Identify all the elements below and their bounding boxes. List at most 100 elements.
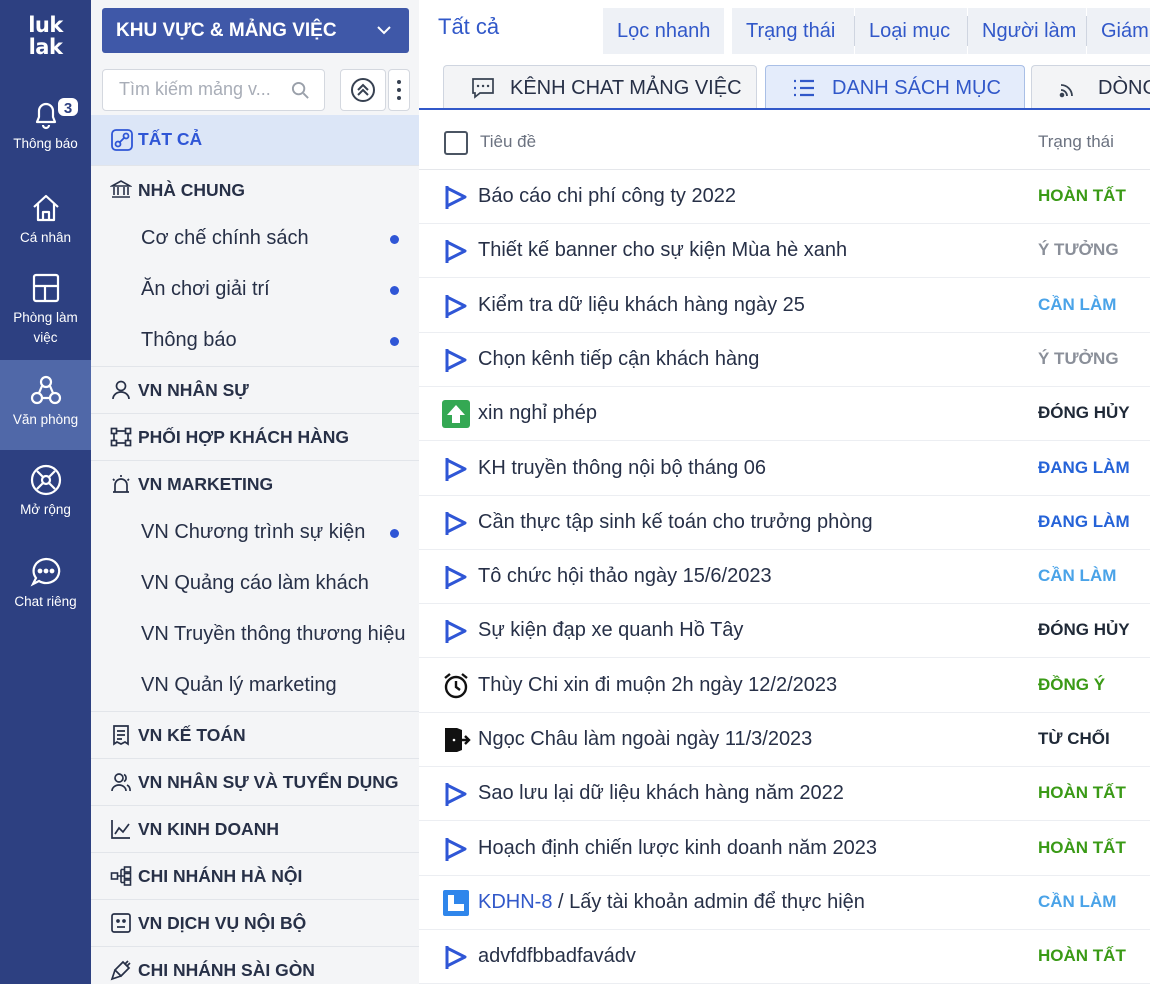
chart-line-icon: [111, 820, 130, 839]
tab-feed[interactable]: DÒNG: [1031, 65, 1150, 109]
row-title[interactable]: Thiết kế banner cho sự kiện Mùa hè xanh: [478, 239, 847, 262]
status-badge[interactable]: ĐANG LÀM: [1038, 458, 1130, 478]
rail-item-private-chat[interactable]: Chat riêng: [0, 554, 91, 620]
row-title[interactable]: Báo cáo chi phí công ty 2022: [478, 185, 736, 208]
chat-box-icon: [472, 78, 494, 99]
tree-item-vn-chuong-trinh-su-kien[interactable]: VN Chương trình sự kiện: [91, 508, 419, 559]
table-row[interactable]: Thùy Chi xin đi muộn 2h ngày 12/2/2023 ĐỒ…: [419, 659, 1150, 713]
assignee-filter-button[interactable]: Người làm: [968, 8, 1086, 54]
rail-item-office[interactable]: Văn phòng: [0, 360, 91, 450]
row-title[interactable]: Sao lưu lại dữ liệu khách hàng năm 2022: [478, 782, 844, 805]
row-title[interactable]: Cần thực tập sinh kế toán cho trưởng phò…: [478, 511, 873, 534]
status-badge[interactable]: Ý TƯỞNG: [1038, 349, 1119, 369]
status-badge[interactable]: ĐÓNG HỦY: [1038, 403, 1130, 423]
tab-item-list[interactable]: DANH SÁCH MỤC: [765, 65, 1025, 109]
area-search-box: [102, 69, 325, 111]
play-flag-icon: [441, 780, 471, 808]
table-row[interactable]: Tô chức hội thảo ngày 15/6/2023 CẦN LÀM: [419, 550, 1150, 605]
tree-group-chi-nhanh-sai-gon[interactable]: CHI NHÁNH SÀI GÒN: [91, 947, 419, 984]
status-badge[interactable]: ĐỒNG Ý: [1038, 675, 1105, 695]
table-row[interactable]: Sao lưu lại dữ liệu khách hàng năm 2022 H…: [419, 767, 1150, 822]
status-badge[interactable]: HOÀN TẤT: [1038, 783, 1126, 803]
row-title[interactable]: Hoạch định chiến lược kinh doanh năm 202…: [478, 837, 877, 860]
table-row[interactable]: Ngọc Châu làm ngoài ngày 11/3/2023 TỪ CHỐ…: [419, 713, 1150, 767]
tab-channel-chat[interactable]: KÊNH CHAT MẢNG VIỆC: [443, 65, 757, 109]
area-search-input[interactable]: [119, 70, 299, 108]
issue-key-link[interactable]: KDHN-8: [478, 891, 552, 913]
tree-item-all[interactable]: TẤT CẢ: [91, 115, 419, 166]
row-title[interactable]: Chọn kênh tiếp cận khách hàng: [478, 348, 759, 371]
select-all-checkbox[interactable]: [444, 131, 468, 155]
tree-group-vn-dich-vu-noi-bo[interactable]: VN DỊCH VỤ NỘI BỘ: [91, 900, 419, 947]
tree-item-an-choi-giai-tri[interactable]: Ăn chơi giải trí: [91, 265, 419, 316]
tree-group-chi-nhanh-ha-noi[interactable]: CHI NHÁNH HÀ NỘI: [91, 853, 419, 900]
status-badge[interactable]: ĐANG LÀM: [1038, 512, 1130, 532]
tree-label: VN DỊCH VỤ NỘI BỘ: [138, 913, 307, 933]
status-badge[interactable]: CẦN LÀM: [1038, 295, 1116, 315]
status-badge[interactable]: HOÀN TẤT: [1038, 186, 1126, 206]
row-title[interactable]: Kiểm tra dữ liệu khách hàng ngày 25: [478, 294, 805, 317]
area-sidebar: KHU VỰC & MẢNG VIỆC TẤT CẢ NHÀ CHUNG Cơ …: [91, 0, 419, 984]
more-options-button[interactable]: [388, 69, 410, 111]
rail-item-extend[interactable]: Mở rộng: [0, 462, 91, 528]
status-badge[interactable]: CẦN LÀM: [1038, 566, 1116, 586]
row-title-text: KH truyền thông nội bộ tháng 06: [478, 456, 766, 479]
tree-group-vn-nhan-su-va-tuyen-dung[interactable]: VN NHÂN SỰ VÀ TUYỂN DỤNG: [91, 759, 419, 806]
search-icon[interactable]: [291, 81, 310, 100]
tree-item-vn-truyen-thong-thuong-hieu[interactable]: VN Truyền thông thương hiệu: [91, 610, 419, 661]
table-row[interactable]: KH truyền thông nội bộ tháng 06 ĐANG LÀM: [419, 442, 1150, 496]
row-title[interactable]: KDHN-8 / Lấy tài khoản admin để thực hiệ…: [478, 891, 865, 914]
collapse-all-button[interactable]: [340, 69, 386, 111]
rail-label-workspace-line1: Phòng làm: [13, 310, 78, 325]
status-badge[interactable]: TỪ CHỐI: [1038, 729, 1110, 749]
logo-line-2: lak: [28, 35, 63, 59]
tree-item-vn-quang-cao-lam-khach[interactable]: VN Quảng cáo làm khách: [91, 559, 419, 610]
link-icon: [111, 129, 133, 151]
tree-group-phoi-hop-khach-hang[interactable]: PHỐI HỢP KHÁCH HÀNG: [91, 414, 419, 461]
area-select-dropdown[interactable]: KHU VỰC & MẢNG VIỆC: [102, 8, 409, 53]
status-badge[interactable]: HOÀN TẤT: [1038, 838, 1126, 858]
row-title[interactable]: xin nghỉ phép: [478, 402, 597, 425]
row-title[interactable]: KH truyền thông nội bộ tháng 06: [478, 457, 766, 480]
supervisor-filter-button[interactable]: Giám: [1087, 8, 1150, 54]
table-row[interactable]: advfdfbbadfavádv HOÀN TẤT: [419, 930, 1150, 984]
status-badge[interactable]: HOÀN TẤT: [1038, 946, 1126, 966]
table-row[interactable]: Thiết kế banner cho sự kiện Mùa hè xanh Ý…: [419, 224, 1150, 279]
collab-icon: [110, 427, 132, 447]
table-row[interactable]: Chọn kênh tiếp cận khách hàng Ý TƯỞNG: [419, 333, 1150, 387]
tree-group-vn-nhan-su[interactable]: VN NHÂN SỰ: [91, 367, 419, 414]
tree-item-co-che-chinh-sach[interactable]: Cơ chế chính sách: [91, 214, 419, 265]
rail-item-personal[interactable]: Cá nhân: [0, 190, 91, 256]
status-filter-button[interactable]: Trạng thái: [732, 8, 854, 54]
row-title-text: xin nghỉ phép: [478, 402, 597, 425]
column-header-status[interactable]: Trạng thái: [1038, 132, 1114, 152]
tree-item-thong-bao[interactable]: Thông báo: [91, 316, 419, 367]
table-row[interactable]: Kiểm tra dữ liệu khách hàng ngày 25 CẦN L…: [419, 279, 1150, 333]
tree-group-vn-kinh-doanh[interactable]: VN KINH DOANH: [91, 806, 419, 853]
tree-group-vn-marketing[interactable]: VN MARKETING: [91, 461, 419, 508]
tree-group-nha-chung[interactable]: NHÀ CHUNG: [91, 166, 419, 214]
column-header-title[interactable]: Tiêu đề: [480, 132, 536, 152]
status-badge[interactable]: CẦN LÀM: [1038, 892, 1116, 912]
tree-group-vn-ke-toan[interactable]: VN KẾ TOÁN: [91, 712, 419, 759]
tree-label: VN Chương trình sự kiện: [141, 521, 366, 543]
status-badge[interactable]: Ý TƯỞNG: [1038, 240, 1119, 260]
status-badge[interactable]: ĐÓNG HỦY: [1038, 620, 1130, 640]
table-row[interactable]: xin nghỉ phép ĐÓNG HỦY: [419, 387, 1150, 442]
row-title[interactable]: Ngọc Châu làm ngoài ngày 11/3/2023: [478, 728, 812, 751]
row-title[interactable]: advfdfbbadfavádv: [478, 945, 636, 968]
rail-item-workspace[interactable]: Phòng làm việc: [0, 270, 91, 354]
row-title[interactable]: Sự kiện đạp xe quanh Hồ Tây: [478, 619, 743, 642]
item-type-filter-button[interactable]: Loại mục: [855, 8, 967, 54]
table-row[interactable]: Hoạch định chiến lược kinh doanh năm 202…: [419, 822, 1150, 876]
tree-item-vn-quan-ly-marketing[interactable]: VN Quản lý marketing: [91, 661, 419, 712]
table-row[interactable]: Báo cáo chi phí công ty 2022 HOÀN TẤT: [419, 170, 1150, 224]
quick-filter-button[interactable]: Lọc nhanh: [603, 8, 724, 54]
table-row[interactable]: Sự kiện đạp xe quanh Hồ Tây ĐÓNG HỦY: [419, 604, 1150, 659]
table-row[interactable]: KDHN-8 / Lấy tài khoản admin để thực hiệ…: [419, 876, 1150, 930]
table-row[interactable]: Cần thực tập sinh kế toán cho trưởng phò…: [419, 496, 1150, 550]
row-title[interactable]: Tô chức hội thảo ngày 15/6/2023: [478, 565, 772, 588]
row-title[interactable]: Thùy Chi xin đi muộn 2h ngày 12/2/2023: [478, 674, 837, 697]
plug-icon: [110, 960, 131, 981]
luklak-logo[interactable]: luk lak: [0, 14, 91, 58]
